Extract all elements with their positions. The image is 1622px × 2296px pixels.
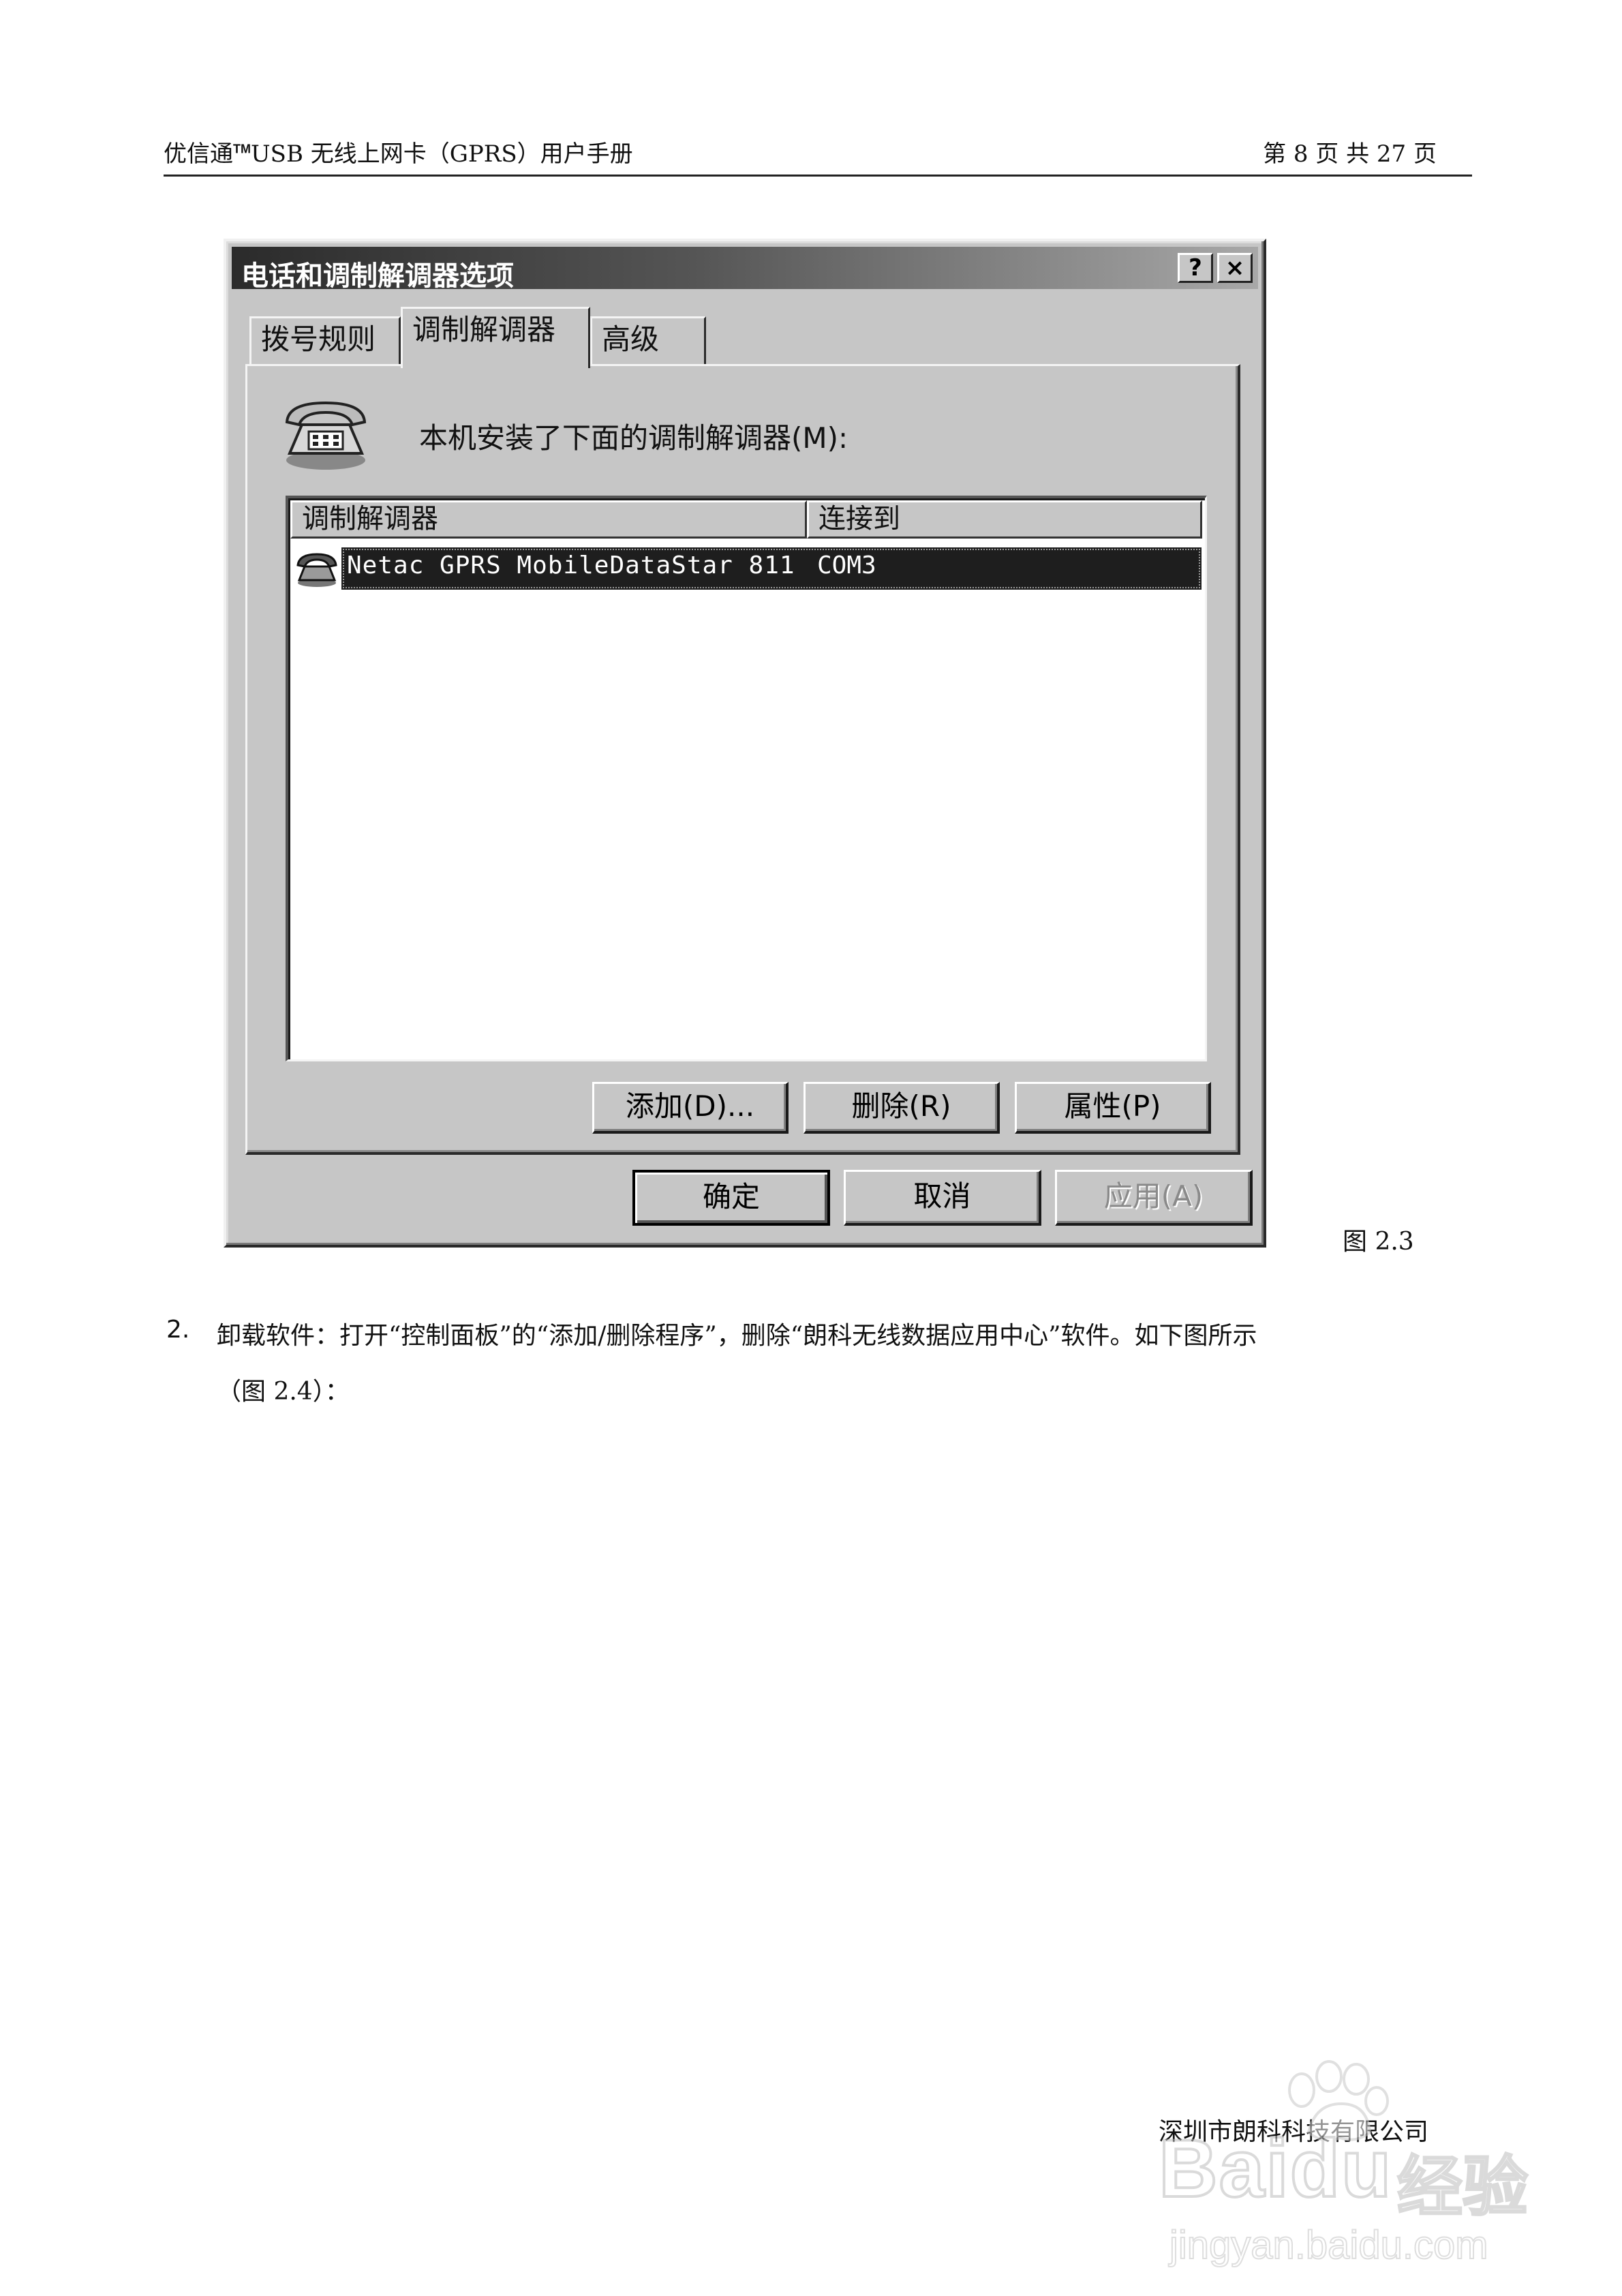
port-cell: COM3: [817, 552, 876, 579]
step-text: 卸载软件：打开“控制面板”的“添加/删除程序”，删除“朗科无线数据应用中心”软件…: [217, 1322, 1257, 1350]
trademark-mark: TM: [233, 142, 251, 156]
product-name: 优信通: [164, 140, 233, 168]
watermark-brand: Baidu: [1157, 2121, 1393, 2216]
modem-icon: [296, 553, 337, 587]
add-button[interactable]: 添加(D)...: [592, 1082, 789, 1134]
watermark-url: jingyan.baidu.com: [1169, 2222, 1489, 2268]
dialog-title: 电话和调制解调器选项: [241, 260, 514, 292]
figure-caption: 图 2.3: [1343, 1228, 1414, 1256]
page-number: 第 8 页 共 27 页: [1263, 140, 1437, 168]
cancel-button[interactable]: 取消: [844, 1170, 1041, 1226]
document-title-rest: USB 无线上网卡（GPRS）用户手册: [251, 140, 633, 168]
close-button[interactable]: ×: [1217, 253, 1253, 283]
tab-advanced[interactable]: 高级: [590, 316, 706, 365]
ok-button[interactable]: 确定: [632, 1170, 830, 1226]
dialog-title-bar[interactable]: 电话和调制解调器选项 ? ×: [232, 247, 1258, 292]
page-header: 优信通TMUSB 无线上网卡（GPRS）用户手册 第 8 页 共 27 页: [164, 135, 1472, 176]
help-button[interactable]: ?: [1178, 253, 1213, 283]
step-number: 2.: [166, 1316, 190, 1344]
telephone-icon: [285, 401, 367, 470]
baidu-jingyan-watermark: Baidu 经验 jingyan.baidu.com: [1152, 2059, 1533, 2268]
tab-dialing-rules[interactable]: 拨号规则: [249, 316, 401, 365]
installed-modems-label: 本机安装了下面的调制解调器(M):: [419, 421, 848, 455]
header-divider: [164, 175, 1472, 177]
step-text-continued: （图 2.4）：: [217, 1378, 350, 1406]
list-item[interactable]: Netac GPRS MobileDataStar 811 COM3: [292, 547, 1203, 590]
modem-name-cell: Netac GPRS MobileDataStar 811: [347, 552, 795, 579]
column-header-modem[interactable]: 调制解调器: [290, 500, 807, 539]
remove-button[interactable]: 删除(R): [804, 1082, 1000, 1134]
watermark-brand-cn: 经验: [1396, 2148, 1529, 2226]
modem-list[interactable]: 调制解调器 连接到 Netac GPRS MobileDataStar 811 …: [286, 496, 1207, 1061]
document-title: 优信通TMUSB 无线上网卡（GPRS）用户手册: [164, 135, 633, 168]
properties-button[interactable]: 属性(P): [1015, 1082, 1211, 1134]
modems-tab-panel: 本机安装了下面的调制解调器(M): 调制解调器 连接到 Netac GPRS M…: [245, 364, 1240, 1155]
phone-modem-options-dialog: 电话和调制解调器选项 ? × 拨号规则 调制解调器 高级 本机安装了下面的调制解…: [224, 239, 1266, 1248]
apply-button[interactable]: 应用(A): [1055, 1170, 1253, 1226]
tab-modems[interactable]: 调制解调器: [401, 307, 590, 368]
column-header-attached-to[interactable]: 连接到: [807, 500, 1202, 539]
